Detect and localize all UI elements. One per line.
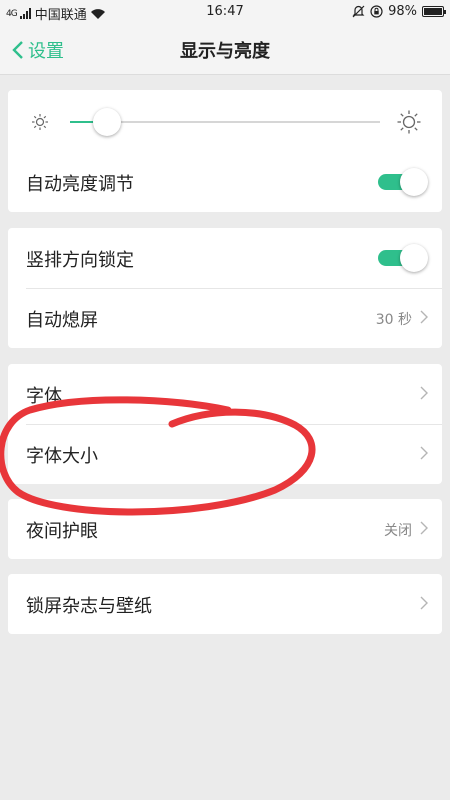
auto-sleep-label: 自动熄屏 [26, 310, 98, 331]
font-row[interactable]: 字体 [8, 364, 442, 424]
night-mode-label: 夜间护眼 [26, 521, 98, 542]
wallpaper-card: 锁屏杂志与壁纸 [8, 574, 442, 634]
font-label: 字体 [26, 386, 62, 407]
orientation-lock-toggle[interactable] [378, 244, 428, 272]
font-size-label: 字体大小 [26, 446, 98, 467]
brightness-high-icon [397, 110, 421, 134]
night-mode-row[interactable]: 夜间护眼 关闭 [8, 499, 442, 559]
auto-sleep-row[interactable]: 自动熄屏 30 秒 [8, 288, 442, 348]
chevron-right-icon [420, 446, 428, 460]
font-size-row[interactable]: 字体大小 [8, 424, 442, 484]
brightness-low-icon [32, 114, 48, 130]
orientation-lock-row: 竖排方向锁定 [8, 228, 442, 288]
chevron-right-icon [420, 596, 428, 610]
nav-bar: 设置 显示与亮度 [0, 24, 450, 75]
page-title: 显示与亮度 [180, 41, 270, 62]
brightness-slider-thumb[interactable] [93, 108, 122, 136]
chevron-right-icon [420, 521, 428, 535]
night-mode-value: 关闭 [384, 523, 412, 539]
auto-brightness-label: 自动亮度调节 [26, 174, 134, 195]
night-card: 夜间护眼 关闭 [8, 499, 442, 559]
wallpaper-label: 锁屏杂志与壁纸 [26, 596, 152, 617]
toggle-knob [400, 168, 428, 196]
font-card: 字体 字体大小 [8, 364, 442, 484]
auto-sleep-value: 30 秒 [375, 312, 412, 328]
brightness-slider[interactable] [70, 108, 380, 136]
battery-percent: 98% [388, 4, 417, 19]
chevron-right-icon [420, 386, 428, 400]
battery-fill [424, 8, 442, 15]
screen-card: 竖排方向锁定 自动熄屏 30 秒 [8, 228, 442, 348]
status-bar: 4G 中国联通 16:47 98% [0, 0, 450, 24]
wallpaper-row[interactable]: 锁屏杂志与壁纸 [8, 574, 442, 634]
chevron-right-icon [420, 310, 428, 324]
auto-brightness-toggle[interactable] [378, 168, 428, 196]
rotation-lock-icon [370, 5, 383, 18]
mute-bell-icon [352, 5, 365, 18]
status-right: 98% [352, 4, 446, 19]
battery-icon [422, 6, 446, 17]
brightness-card: 自动亮度调节 [8, 90, 442, 212]
toggle-knob [400, 244, 428, 272]
auto-brightness-row: 自动亮度调节 [8, 152, 442, 212]
orientation-lock-label: 竖排方向锁定 [26, 250, 134, 271]
